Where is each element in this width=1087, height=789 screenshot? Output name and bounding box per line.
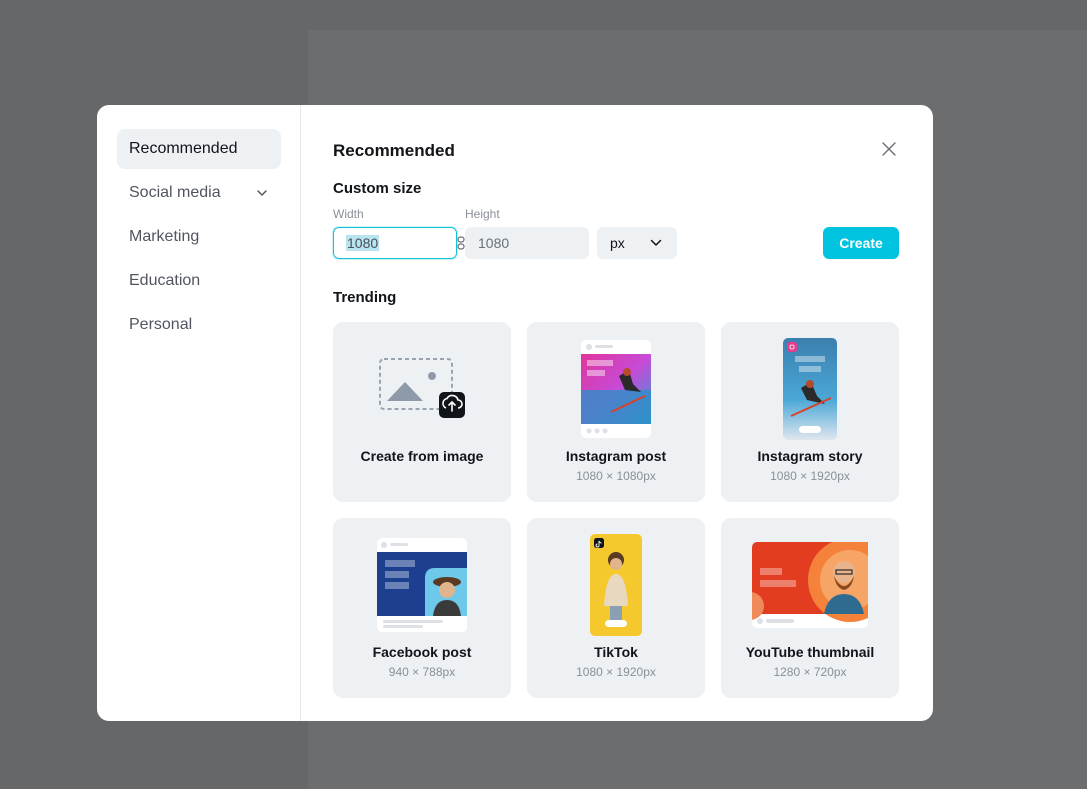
card-title: Instagram post [565,448,667,464]
unit-select[interactable]: px [597,227,677,259]
card-facebook-post[interactable]: Facebook post 940 × 788px [333,518,511,698]
sidebar-item-label: Social media [129,184,221,201]
sidebar-item-marketing[interactable]: Marketing [117,217,281,257]
sidebar-item-label: Recommended [129,140,238,157]
card-size: 1080 × 1920px [770,469,850,483]
category-sidebar: Recommended Social media Marketing Educa… [97,105,301,721]
sidebar-item-label: Education [129,272,201,289]
chevron-down-icon [650,239,662,246]
custom-size-heading: Custom size [333,180,422,197]
card-tiktok[interactable]: TikTok 1080 × 1920px [527,518,705,698]
width-value: 1080 [346,235,380,251]
card-title: Facebook post [372,644,472,660]
template-size-dialog: Recommended Social media Marketing Educa… [97,105,933,721]
card-instagram-story[interactable]: Instagram story 1080 × 1920px [721,322,899,502]
sidebar-item-recommended[interactable]: Recommended [117,129,281,169]
card-title: Instagram story [757,448,863,464]
sidebar-item-personal[interactable]: Personal [117,305,281,345]
width-input[interactable]: 1080 [333,227,457,259]
youtube-thumbnail-preview [752,542,868,628]
height-value: 1080 [478,235,510,251]
page-title: Recommended [333,141,455,160]
width-label: Width [333,207,364,221]
sidebar-item-label: Marketing [129,228,200,245]
create-button[interactable]: Create [823,227,899,259]
height-input[interactable]: 1080 [465,227,589,259]
card-instagram-post[interactable]: Instagram post 1080 × 1080px [527,322,705,502]
unit-value: px [610,235,625,251]
sidebar-item-label: Personal [129,316,193,333]
card-title: TikTok [594,644,638,660]
card-size: 940 × 788px [388,665,456,679]
sidebar-item-social-media[interactable]: Social media [117,173,281,213]
trending-heading: Trending [333,289,397,306]
chevron-down-icon [257,190,267,196]
card-title: YouTube thumbnail [745,644,875,660]
card-title: Create from image [360,448,484,464]
main-panel: Recommended Custom size Width Height 108… [301,105,933,721]
image-upload-icon [379,358,465,418]
instagram-story-thumbnail [783,338,837,440]
custom-size-row: Width Height 1080 1080 px Create [333,203,899,261]
height-label: Height [465,207,500,221]
trending-grid: Create from image Instagram post 1080 × … [333,322,899,698]
instagram-post-thumbnail [581,340,651,438]
card-size: 1080 × 1080px [576,469,656,483]
card-size: 1280 × 720px [773,665,847,679]
card-create-from-image[interactable]: Create from image [333,322,511,502]
card-youtube-thumbnail[interactable]: YouTube thumbnail 1280 × 720px [721,518,899,698]
card-size: 1080 × 1920px [576,665,656,679]
close-icon[interactable] [881,141,897,157]
sidebar-item-education[interactable]: Education [117,261,281,301]
facebook-post-thumbnail [377,538,467,632]
tiktok-thumbnail [590,534,642,636]
